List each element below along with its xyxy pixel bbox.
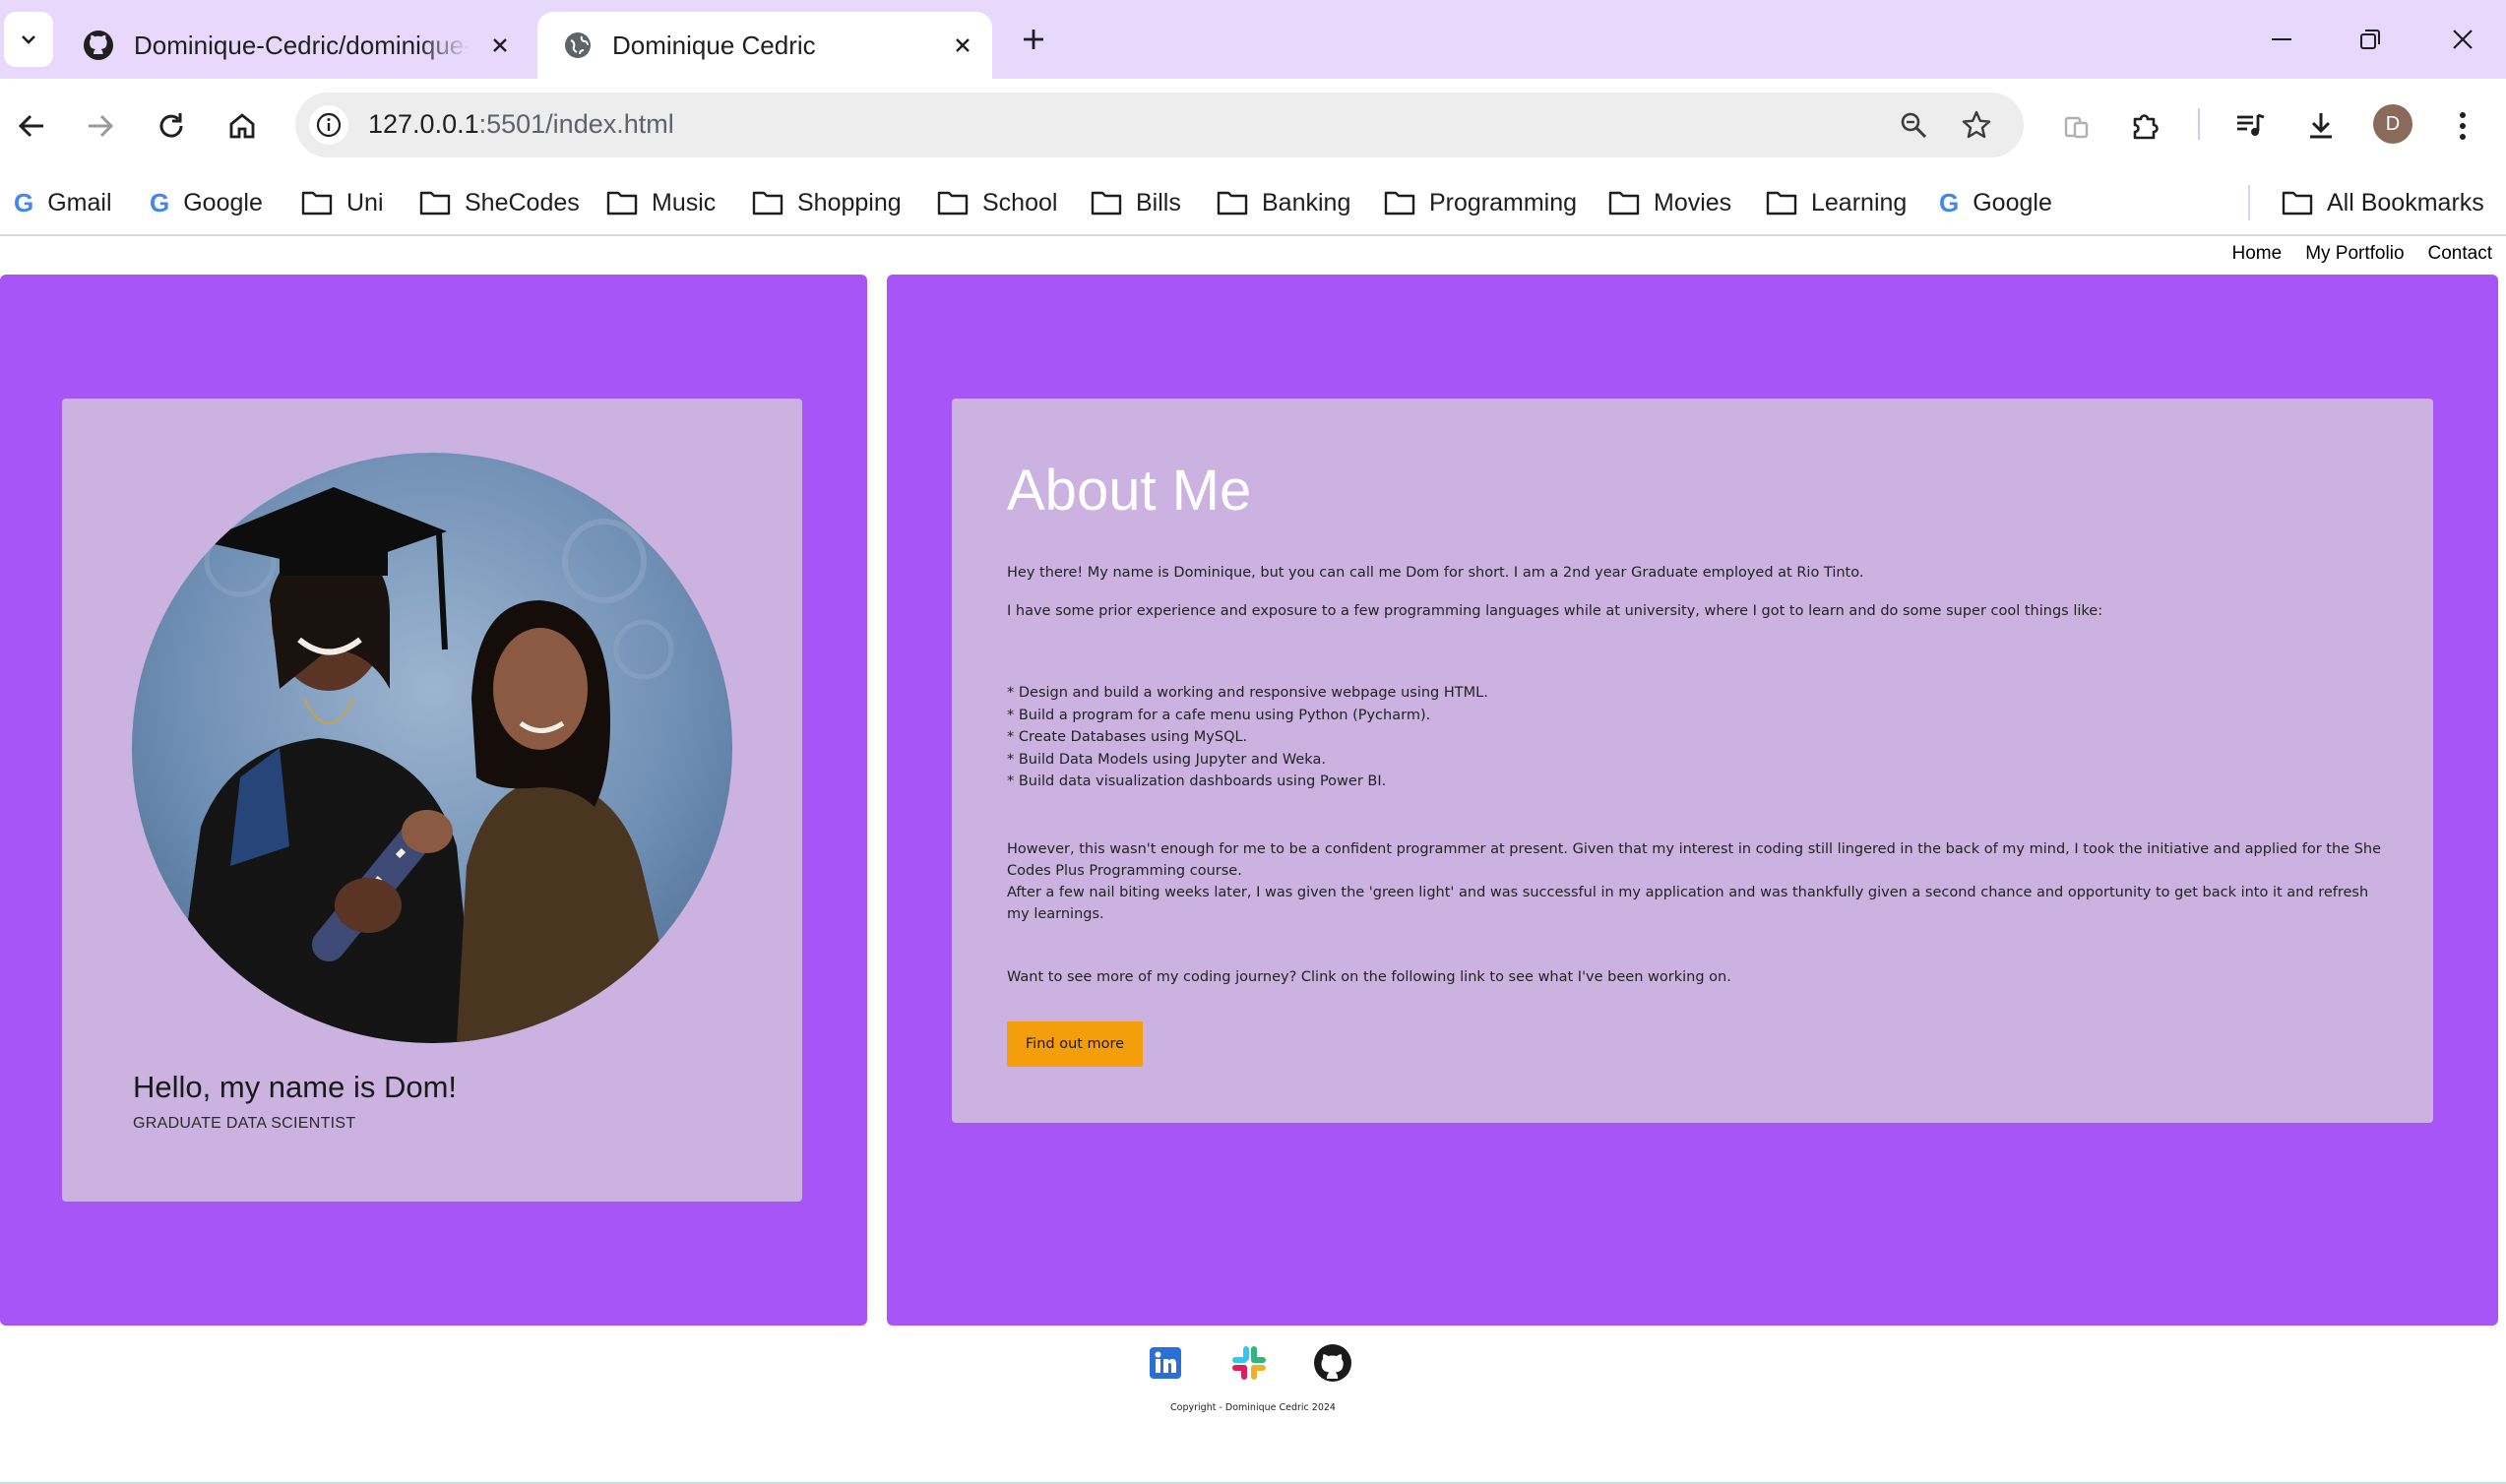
about-card: About Me Hey there! My name is Dominique… [952,399,2433,1123]
github-icon[interactable] [1313,1343,1352,1383]
plus-icon [1024,30,1043,49]
folder-icon [1091,191,1122,216]
back-button[interactable] [8,102,55,150]
bookmark-folder-banking[interactable]: Banking [1217,183,1350,222]
download-icon[interactable] [2297,102,2345,150]
about-paragraph-5: Want to see more of my coding journey? C… [1007,968,1731,985]
close-icon[interactable] [951,33,974,57]
skills-list: * Design and build a working and respons… [1007,682,2385,793]
bookmark-folder-learning[interactable]: Learning [1766,183,1907,222]
folder-icon [606,191,638,216]
arrow-right-icon [89,114,114,138]
extensions-icon[interactable] [2122,102,2169,150]
profile-photo [132,453,732,1043]
bookmark-folder-shopping[interactable]: Shopping [752,183,902,222]
close-icon [2453,30,2473,49]
tab-github[interactable]: Dominique-Cedric/dominique-cedric-portfo… [57,12,530,79]
folder-icon [1766,191,1797,216]
folder-icon [2282,191,2313,216]
bookmark-folder-bills[interactable]: Bills [1091,183,1181,222]
url-text[interactable]: 127.0.0.1:5501/index.html [368,109,674,140]
address-bar[interactable]: 127.0.0.1:5501/index.html [295,93,2024,157]
tab-active[interactable]: Dominique Cedric [537,12,992,79]
more-menu-icon[interactable] [2439,102,2486,150]
google-icon: G [150,187,170,217]
intro-card: Hello, my name is Dom! GRADUATE DATA SCI… [62,399,802,1202]
zoom-icon[interactable] [1894,105,1933,145]
page-viewport: Home My Portfolio Contact Hello, my name… [0,237,2506,1484]
restore-button[interactable] [2347,20,2394,59]
cast-icon[interactable] [2053,102,2100,150]
tab-title: Dominique Cedric [612,30,816,60]
browser-toolbar: 127.0.0.1:5501/index.html D [0,79,2506,171]
arrow-left-icon [18,114,43,138]
site-info-icon[interactable] [309,105,348,145]
all-bookmarks-button[interactable]: All Bookmarks [2282,183,2484,222]
nav-contact[interactable]: Contact [2428,243,2492,265]
about-paragraph-4: After a few nail biting weeks later, I w… [1007,884,2369,922]
about-paragraph-1: Hey there! My name is Dominique, but you… [1007,565,1864,581]
intro-heading: Hello, my name is Dom! [133,1070,458,1104]
google-icon: G [1939,187,1960,217]
minimize-button[interactable] [2258,20,2305,59]
folder-icon [301,191,333,216]
about-panel: About Me Hey there! My name is Dominique… [887,275,2498,1326]
copyright-text: Copyright - Dominique Cedric 2024 [1170,1402,1336,1413]
bookmark-folder-school[interactable]: School [937,183,1057,222]
intro-panel: Hello, my name is Dom! GRADUATE DATA SCI… [0,275,867,1326]
new-tab-button[interactable] [1014,20,1053,59]
reload-icon [159,113,183,138]
slack-icon[interactable] [1229,1343,1269,1383]
bookmark-gmail[interactable]: G Gmail [14,183,112,222]
forward-button[interactable] [77,102,124,150]
find-out-more-button[interactable]: Find out more [1007,1021,1143,1067]
restore-icon [2360,30,2380,49]
list-item: * Design and build a working and respons… [1007,685,1488,701]
folder-icon [937,191,969,216]
minimize-icon [2272,38,2291,40]
github-icon [84,31,113,60]
profile-avatar[interactable]: D [2373,104,2412,144]
folder-icon [419,191,451,216]
bookmark-folder-music[interactable]: Music [606,183,716,222]
bookmark-google[interactable]: G Google [150,183,263,222]
home-button[interactable] [219,102,266,150]
folder-icon [1217,191,1248,216]
linkedin-icon[interactable] [1146,1343,1185,1383]
globe-icon [565,32,591,58]
about-paragraph-2: I have some prior experience and exposur… [1007,603,2103,619]
close-icon[interactable] [488,33,512,57]
bookmark-folder-movies[interactable]: Movies [1608,183,1731,222]
home-icon [229,113,255,139]
list-item: * Build a program for a cafe menu using … [1007,707,1431,723]
about-paragraph-3: However, this wasn't enough for me to be… [1007,840,2382,879]
tab-title: Dominique-Cedric/dominique-cedric-portfo… [134,30,469,60]
nav-portfolio[interactable]: My Portfolio [2305,243,2404,265]
media-control-icon[interactable] [2226,102,2274,150]
nav-home[interactable]: Home [2232,243,2283,265]
list-item: * Build data visualization dashboards us… [1007,773,1387,789]
about-title: About Me [1007,459,1252,523]
bookmark-folder-shecodes[interactable]: SheCodes [419,183,580,222]
list-item: * Create Databases using MySQL. [1007,729,1248,745]
bookmark-google-2[interactable]: G Google [1939,183,2052,222]
folder-icon [1608,191,1640,216]
google-icon: G [14,187,34,217]
bookmarks-bar: G Gmail G Google Uni SheCodes Music Shoppi… [0,171,2506,236]
star-icon[interactable] [1957,105,1996,145]
tab-strip: Dominique-Cedric/dominique-cedric-portfo… [0,0,2506,79]
close-window-button[interactable] [2439,20,2486,59]
bookmark-folder-programming[interactable]: Programming [1384,183,1577,222]
social-links [1146,1343,1352,1383]
top-nav: Home My Portfolio Contact [2232,243,2492,265]
bookmark-folder-uni[interactable]: Uni [301,183,384,222]
folder-icon [752,191,783,216]
chevron-down-icon [22,35,35,44]
intro-role: GRADUATE DATA SCIENTIST [133,1115,356,1132]
list-item: * Build Data Models using Jupyter and We… [1007,751,1326,768]
tab-search-button[interactable] [4,12,53,67]
folder-icon [1384,191,1415,216]
about-body: Hey there! My name is Dominique, but you… [1007,562,2385,1005]
reload-button[interactable] [148,102,195,150]
